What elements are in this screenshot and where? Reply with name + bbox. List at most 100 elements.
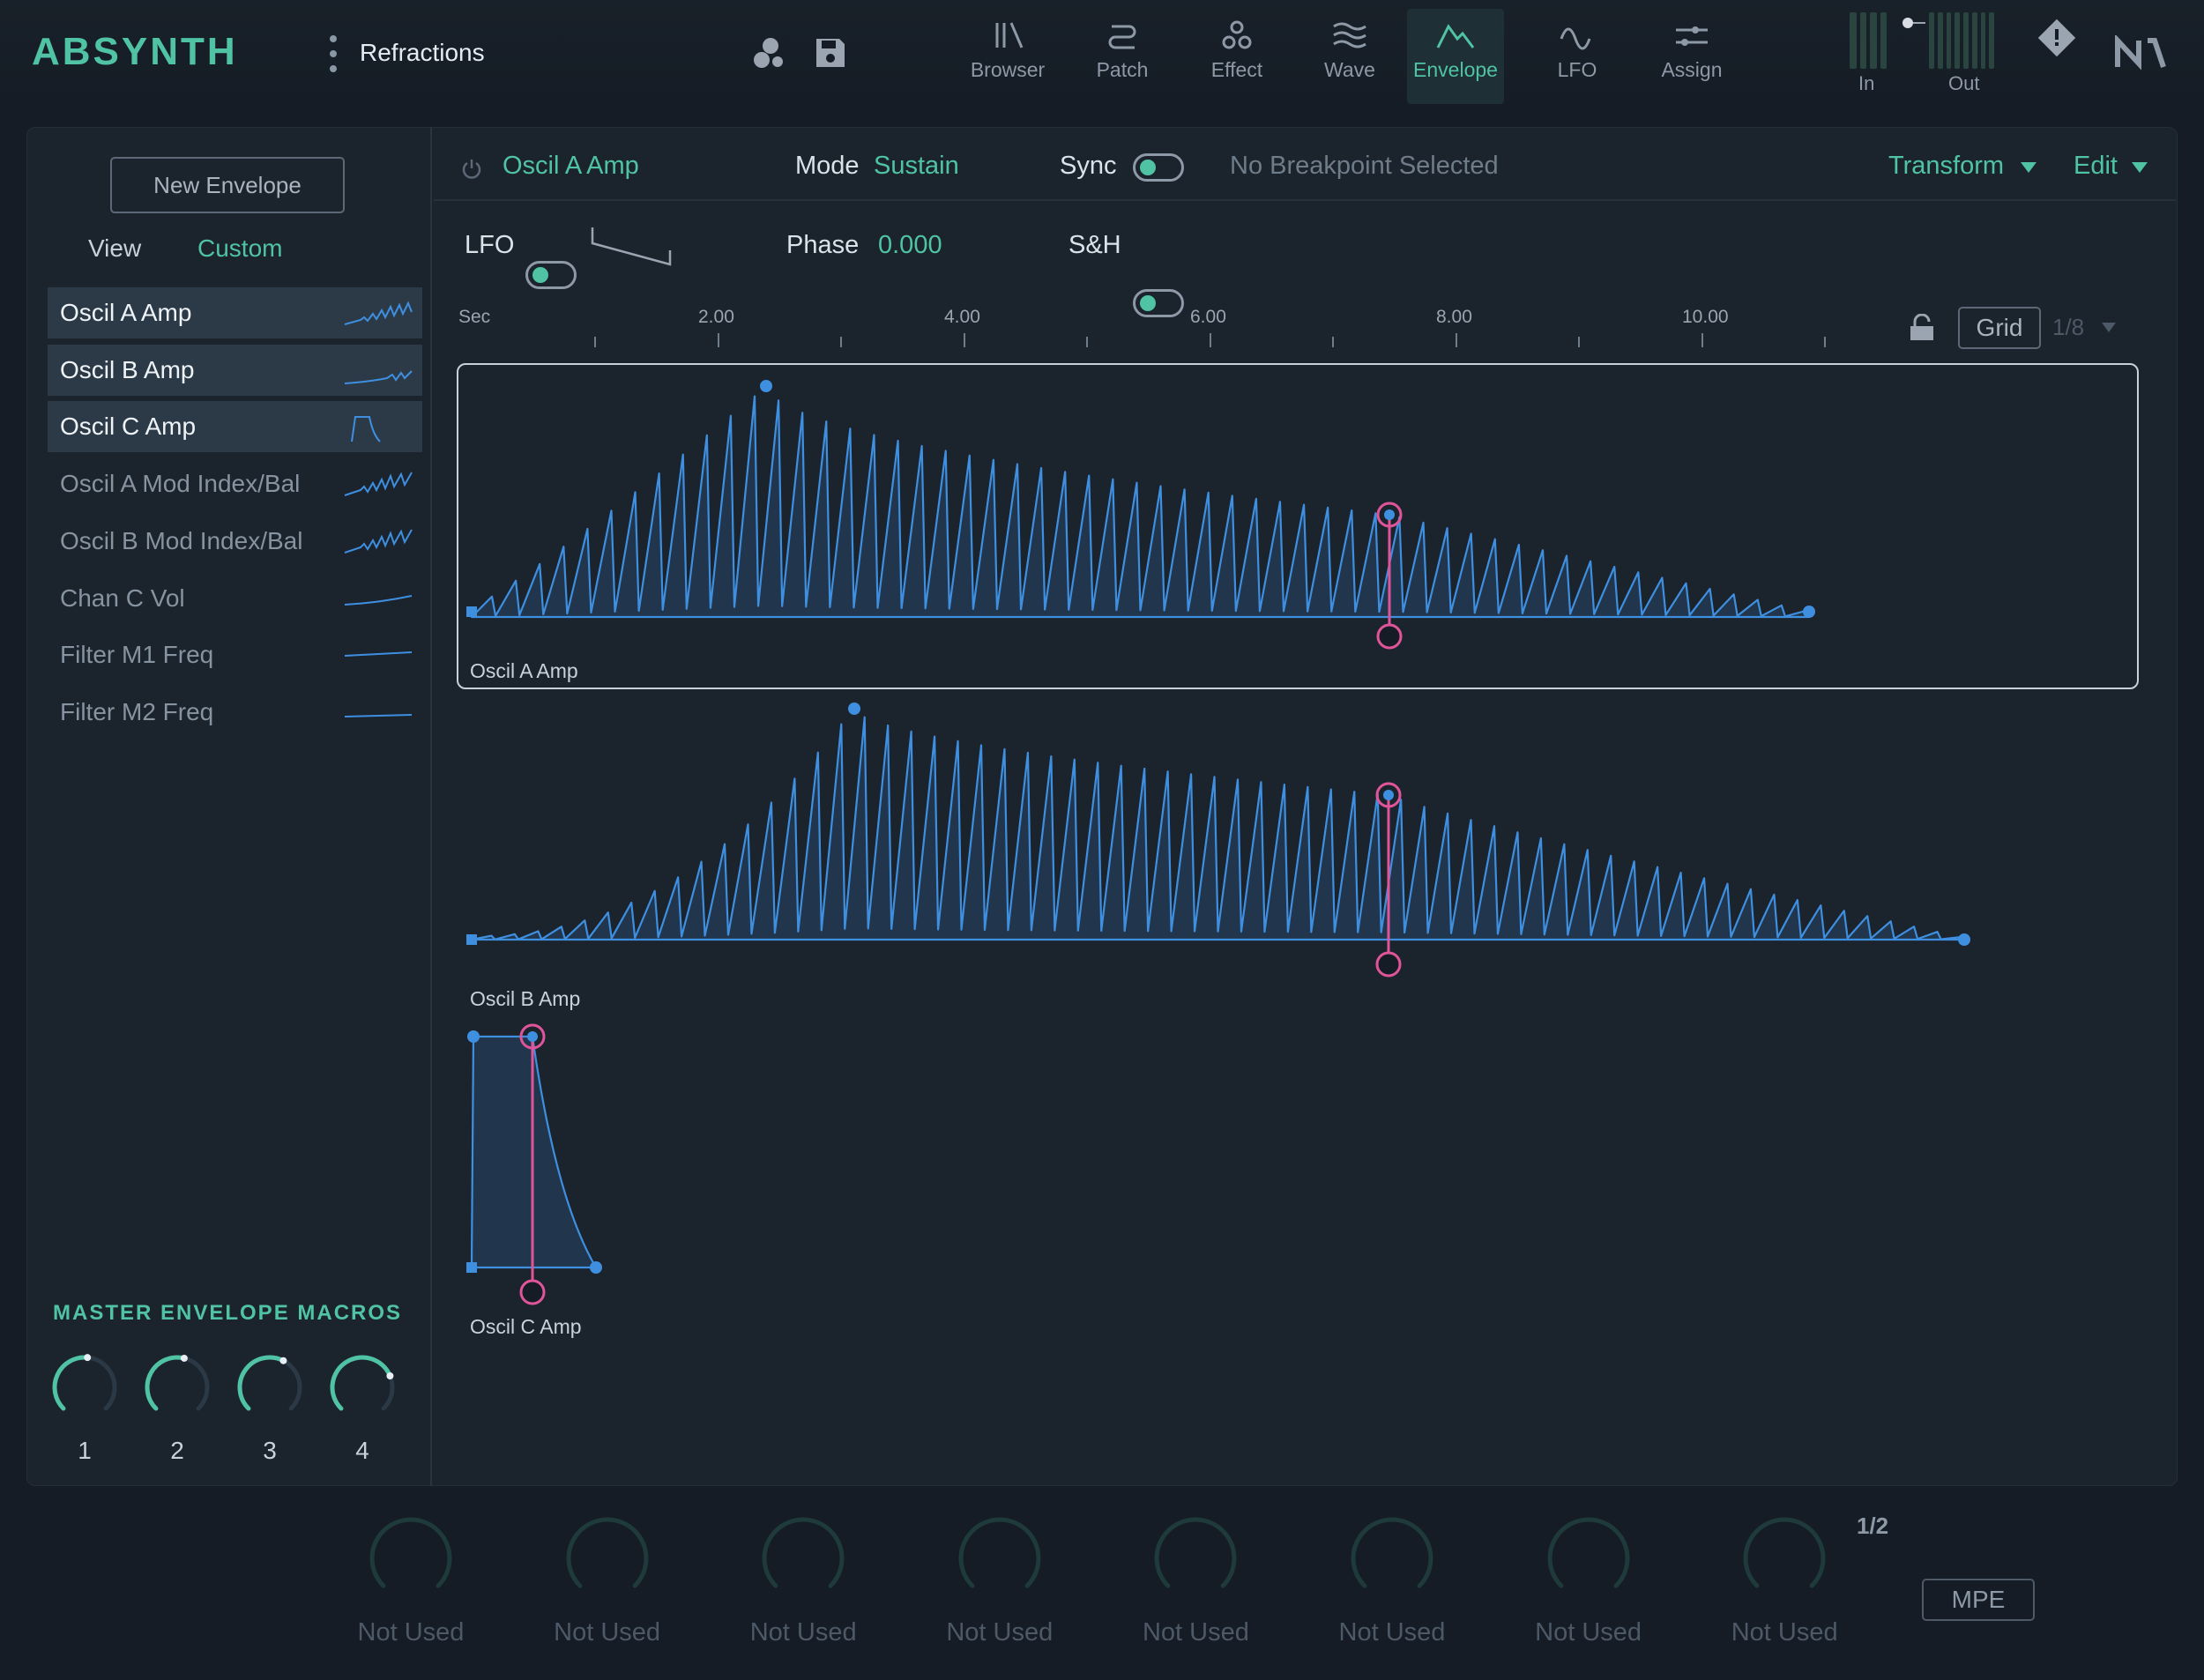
- nav-label: Patch: [1096, 58, 1149, 81]
- envelope-list-item[interactable]: Oscil A Amp: [48, 287, 422, 338]
- envelope-list-item[interactable]: Oscil B Amp: [48, 344, 422, 396]
- notification-icon[interactable]: [2036, 18, 2077, 58]
- power-icon[interactable]: [460, 157, 483, 180]
- breakpoint-handle[interactable]: [466, 1262, 477, 1273]
- envelope-curve[interactable]: [466, 1023, 602, 1305]
- nav-assign[interactable]: Assign: [1643, 9, 1740, 104]
- ruler-tick: [1824, 337, 1826, 347]
- view-selector[interactable]: Custom: [197, 234, 282, 263]
- envelope-list-item[interactable]: Filter M2 Freq: [48, 687, 422, 738]
- bottom-macro-knob[interactable]: [563, 1514, 652, 1602]
- save-icon[interactable]: [811, 33, 850, 72]
- input-meter-label: In: [1858, 72, 1875, 94]
- bottom-macro-label: Not Used: [554, 1618, 661, 1647]
- envelope-list-item[interactable]: Oscil C Amp: [48, 401, 422, 453]
- macro-knob-1[interactable]: [49, 1352, 120, 1423]
- edit-menu[interactable]: Edit: [2074, 152, 2118, 181]
- phase-value[interactable]: 0.000: [878, 231, 942, 260]
- ruler-tick-label: 2.00: [698, 307, 734, 327]
- envelope-name[interactable]: Oscil A Amp: [503, 152, 639, 181]
- breakpoint-handle[interactable]: [1803, 606, 1815, 618]
- sync-label: Sync: [1060, 152, 1117, 180]
- wave-icon: [1333, 22, 1366, 48]
- breakpoint-handle[interactable]: [760, 380, 772, 392]
- envelope-thumbnail-icon: [351, 416, 381, 443]
- mpe-button[interactable]: MPE: [1922, 1579, 2035, 1621]
- bottom-macro-label: Not Used: [1731, 1618, 1838, 1647]
- envelope-display[interactable]: [434, 353, 2170, 1322]
- bottom-macro-knob[interactable]: [759, 1514, 847, 1602]
- bottom-macro-knob[interactable]: [1151, 1514, 1240, 1602]
- lock-icon[interactable]: [1908, 314, 1936, 342]
- grid-chevron-down-icon[interactable]: [2102, 323, 2116, 332]
- nav-effect[interactable]: Effect: [1188, 9, 1285, 104]
- ruler-tick: [1086, 337, 1088, 347]
- bottom-macro-label: Not Used: [357, 1618, 465, 1647]
- ruler-tick: [1209, 333, 1211, 347]
- grid-button[interactable]: Grid: [1958, 307, 2041, 349]
- bottom-macro-knob[interactable]: [1348, 1514, 1436, 1602]
- output-meter-label: Out: [1948, 72, 1980, 94]
- app-menu-icon[interactable]: [328, 35, 339, 72]
- ni-logo-icon: [2115, 35, 2166, 71]
- output-volume-slider[interactable]: [1901, 14, 1927, 32]
- patch-icon: [1108, 25, 1136, 49]
- breakpoint-handle[interactable]: [466, 934, 477, 945]
- envelope-list-label: Filter M1 Freq: [60, 641, 214, 669]
- breakpoint-handle[interactable]: [467, 1030, 480, 1043]
- transform-chevron-down-icon[interactable]: [2021, 162, 2036, 173]
- nav-browser[interactable]: Browser: [959, 9, 1056, 104]
- bottom-macro-knob[interactable]: [956, 1514, 1044, 1602]
- macro-page-indicator[interactable]: 1/2: [1857, 1513, 1888, 1540]
- mode-label: Mode: [795, 152, 860, 180]
- nav-wave[interactable]: Wave: [1301, 9, 1398, 104]
- breakpoint-handle[interactable]: [1958, 933, 1970, 946]
- ruler-tick-label: 8.00: [1436, 307, 1472, 327]
- new-envelope-button[interactable]: New Envelope: [110, 157, 345, 213]
- breakpoint-handle[interactable]: [848, 702, 860, 715]
- envelope-thumbnail-icon: [344, 472, 413, 497]
- ruler-tick: [594, 337, 596, 347]
- envelope-icon: [1436, 24, 1475, 48]
- breakpoint-handle[interactable]: [466, 606, 477, 617]
- edit-chevron-down-icon[interactable]: [2132, 162, 2148, 173]
- nav-envelope[interactable]: Envelope: [1407, 9, 1504, 104]
- envelope-curve[interactable]: [466, 702, 1970, 978]
- grid-value[interactable]: 1/8: [2052, 314, 2084, 341]
- sh-toggle[interactable]: [1133, 289, 1184, 317]
- bottom-macro-knob[interactable]: [1545, 1514, 1633, 1602]
- breakpoint-handle[interactable]: [590, 1261, 602, 1274]
- bottom-macro-label: Not Used: [946, 1618, 1054, 1647]
- envelope-curve[interactable]: [466, 380, 1815, 650]
- bottom-macro-knob[interactable]: [367, 1514, 455, 1602]
- bottom-macro-label: Not Used: [749, 1618, 857, 1647]
- nav-lfo[interactable]: LFO: [1529, 9, 1626, 104]
- lfo-toggle[interactable]: [525, 261, 577, 289]
- lfo-icon: [1560, 27, 1591, 50]
- patch-name[interactable]: Refractions: [360, 39, 485, 67]
- assign-icon: [1676, 26, 1708, 46]
- macro-knob-2[interactable]: [142, 1352, 212, 1423]
- macro-knob-3[interactable]: [235, 1352, 305, 1423]
- envelope-list-item[interactable]: Chan C Vol: [48, 573, 422, 624]
- envelope-list-label: Filter M2 Freq: [60, 697, 214, 725]
- ruler-tick: [717, 333, 719, 347]
- nav-patch[interactable]: Patch: [1074, 9, 1171, 104]
- envelope-list-item[interactable]: Oscil A Mod Index/Bal: [48, 458, 422, 509]
- bottom-macro-label: Not Used: [1535, 1618, 1642, 1647]
- sync-toggle[interactable]: [1133, 153, 1184, 182]
- ruler-tick-label: 10.00: [1682, 307, 1729, 327]
- envelope-list-item[interactable]: Filter M1 Freq: [48, 629, 422, 680]
- lfo-saw-wave-icon[interactable]: [589, 222, 674, 268]
- bottom-macro-knob[interactable]: [1740, 1514, 1828, 1602]
- ruler-tick-label: 6.00: [1190, 307, 1226, 327]
- transform-menu[interactable]: Transform: [1888, 152, 2004, 181]
- randomize-icon[interactable]: [749, 33, 788, 72]
- mode-selector[interactable]: Sustain: [874, 152, 959, 181]
- ruler-tick: [1455, 333, 1457, 347]
- envelope-list-item[interactable]: Oscil B Mod Index/Bal: [48, 516, 422, 567]
- ruler-tick: [840, 337, 842, 347]
- macro-knob-4[interactable]: [327, 1352, 398, 1423]
- nav-label: Effect: [1210, 58, 1263, 81]
- browser-icon: [995, 22, 1024, 48]
